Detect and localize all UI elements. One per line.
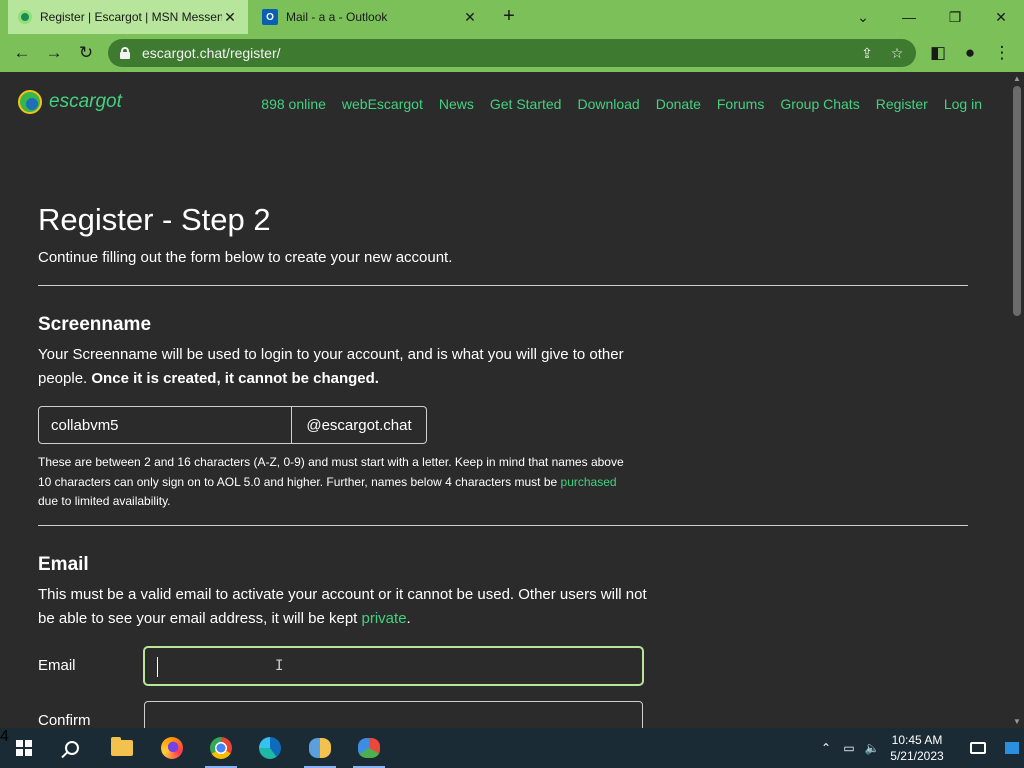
site-brand[interactable]: escargot: [18, 90, 122, 114]
email-field[interactable]: I: [144, 647, 643, 685]
clock-time: 10:45 AM: [891, 733, 943, 747]
email-label: Email: [38, 657, 76, 674]
confirm-email-field[interactable]: [144, 701, 643, 728]
tab-close-icon[interactable]: ✕: [222, 9, 238, 26]
screenname-heading: Screenname: [38, 314, 152, 335]
site-name: escargot: [49, 91, 122, 112]
windows-taskbar: ⌃ ▭ 🔈 10:45 AM 5/21/2023 4: [0, 728, 1024, 768]
search-icon: [65, 741, 79, 755]
page-scrollbar[interactable]: ▲ ▼: [1010, 72, 1024, 728]
confirm-label: Confirm: [38, 712, 91, 728]
nav-get-started[interactable]: Get Started: [490, 96, 562, 112]
nav-log-in[interactable]: Log in: [944, 96, 982, 112]
email-heading: Email: [38, 554, 89, 575]
email-description: This must be a valid email to activate y…: [38, 583, 648, 631]
email-desc-end: .: [406, 610, 411, 627]
browser-toolbar: ← → ↻ escargot.chat/register/ ⇪ ☆ ◧ ● ⋮: [0, 34, 1024, 72]
profile-avatar-icon[interactable]: ●: [958, 41, 982, 65]
private-link[interactable]: private: [362, 610, 407, 627]
notification-icon: [970, 742, 986, 754]
taskbar-msn-messenger-1[interactable]: [296, 728, 344, 768]
nav-webescargot[interactable]: webEscargot: [342, 96, 423, 112]
close-window-button[interactable]: ✕: [978, 0, 1024, 34]
escargot-favicon-icon: [18, 10, 32, 24]
back-arrow-icon[interactable]: ←: [10, 41, 34, 65]
bookmark-star-icon[interactable]: ☆: [886, 45, 908, 62]
action-center-button[interactable]: [960, 728, 996, 768]
msn-messenger-icon: [309, 738, 331, 758]
share-icon[interactable]: ⇪: [856, 45, 878, 62]
scroll-up-icon[interactable]: ▲: [1013, 74, 1021, 83]
address-bar[interactable]: escargot.chat/register/ ⇪ ☆: [108, 39, 916, 67]
browser-tab-strip: Register | Escargot | MSN Messenger ✕ O …: [0, 0, 1024, 34]
file-explorer-icon: [111, 737, 133, 756]
network-icon[interactable]: ▭: [838, 728, 860, 768]
start-button[interactable]: [0, 728, 48, 768]
divider: [38, 285, 968, 286]
chrome-icon: [210, 737, 232, 759]
taskbar-edge[interactable]: [246, 728, 294, 768]
minimize-button[interactable]: —: [886, 0, 932, 34]
screenname-note-end: due to limited availability.: [38, 494, 171, 508]
text-caret: [157, 657, 158, 677]
taskbar-search-button[interactable]: [48, 728, 96, 768]
tray-chevron-icon[interactable]: ⌃: [816, 728, 836, 768]
outlook-favicon-icon: O: [262, 9, 278, 25]
restore-button[interactable]: ❐: [932, 0, 978, 34]
taskbar-firefox[interactable]: [148, 728, 196, 768]
nav-download[interactable]: Download: [577, 96, 639, 112]
nav-register[interactable]: Register: [876, 96, 928, 112]
menu-kebab-icon[interactable]: ⋮: [990, 41, 1014, 65]
side-panel-icon[interactable]: ◧: [926, 41, 950, 65]
nav-donate[interactable]: Donate: [656, 96, 701, 112]
screenname-input[interactable]: collabvm5: [38, 406, 292, 444]
msn-buddy-icon: [358, 738, 380, 758]
scrollbar-thumb[interactable]: [1013, 86, 1021, 316]
url-text[interactable]: escargot.chat/register/: [142, 45, 856, 61]
windows-logo-icon: [16, 740, 32, 756]
screenname-domain-suffix: @escargot.chat: [292, 406, 427, 444]
nav-forums[interactable]: Forums: [717, 96, 764, 112]
escargot-logo-icon: [18, 90, 42, 114]
tab-search-chevron-icon[interactable]: ⌄: [840, 0, 886, 34]
screenname-desc-bold: Once it is created, it cannot be changed…: [91, 370, 379, 387]
screenname-description: Your Screenname will be used to login to…: [38, 343, 638, 391]
purchased-link[interactable]: purchased: [561, 475, 617, 489]
scroll-down-icon[interactable]: ▼: [1013, 717, 1021, 726]
tab-close-icon[interactable]: ✕: [462, 9, 478, 26]
lock-icon[interactable]: [120, 47, 130, 59]
firefox-icon: [161, 737, 183, 759]
site-nav: 898 online webEscargot News Get Started …: [261, 96, 982, 112]
nav-online-count[interactable]: 898 online: [261, 96, 326, 112]
tab-title: Mail - a a - Outlook: [286, 10, 388, 24]
taskbar-msn-messenger-2[interactable]: [345, 728, 393, 768]
page-viewport: escargot 898 online webEscargot News Get…: [0, 72, 1010, 728]
forward-arrow-icon[interactable]: →: [42, 41, 66, 65]
show-desktop-button[interactable]: [1000, 728, 1024, 768]
page-title: Register - Step 2: [38, 202, 271, 237]
email-desc-text: This must be a valid email to activate y…: [38, 586, 647, 627]
taskbar-chrome[interactable]: [197, 728, 245, 768]
nav-group-chats[interactable]: Group Chats: [780, 96, 859, 112]
divider: [38, 525, 968, 526]
reload-icon[interactable]: ↻: [74, 41, 98, 65]
taskbar-file-explorer[interactable]: [98, 728, 146, 768]
tab-outlook-mail[interactable]: O Mail - a a - Outlook ✕: [252, 0, 488, 34]
screenname-note-text: These are between 2 and 16 characters (A…: [38, 455, 624, 489]
tab-escargot-register[interactable]: Register | Escargot | MSN Messenger ✕: [8, 0, 248, 34]
screenname-note: These are between 2 and 16 characters (A…: [38, 453, 638, 512]
tab-title: Register | Escargot | MSN Messenger: [40, 10, 222, 24]
clock-date: 5/21/2023: [890, 749, 944, 763]
ibeam-cursor-icon: I: [275, 658, 284, 674]
screenname-input-group: collabvm5 @escargot.chat: [38, 406, 427, 444]
desktop-icon: [1005, 742, 1019, 754]
nav-news[interactable]: News: [439, 96, 474, 112]
new-tab-button[interactable]: +: [498, 6, 520, 28]
page-lead: Continue filling out the form below to c…: [38, 249, 453, 266]
edge-icon: [259, 737, 281, 759]
system-clock[interactable]: 10:45 AM 5/21/2023: [884, 732, 950, 764]
volume-icon[interactable]: 🔈: [862, 728, 882, 768]
